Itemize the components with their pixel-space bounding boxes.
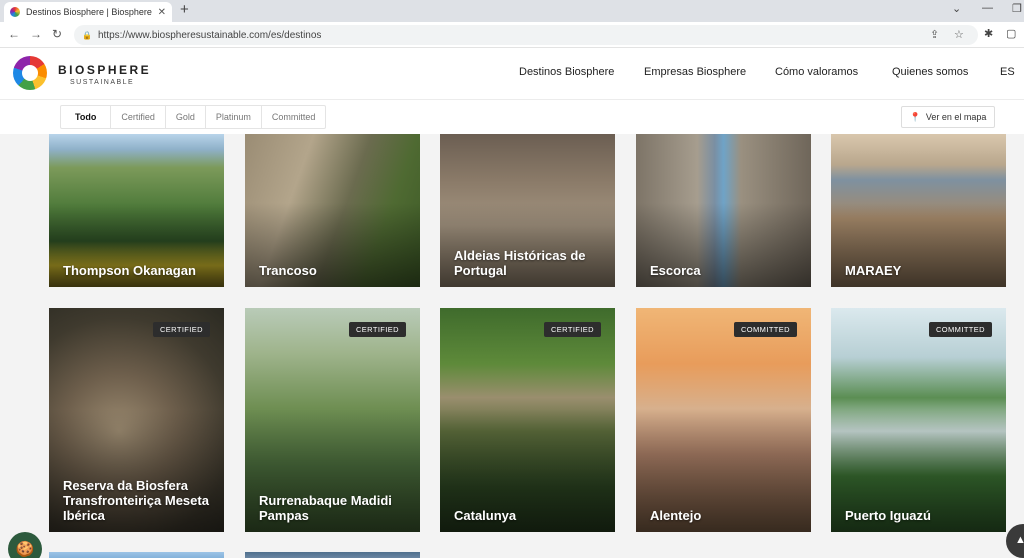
- destination-name: Catalunya: [454, 508, 517, 523]
- destination-name: Puerto Iguazú: [845, 508, 931, 523]
- destination-card[interactable]: COMMITTED Puerto Iguazú: [831, 308, 1006, 532]
- destination-name: Alentejo: [650, 508, 702, 523]
- filter-todo[interactable]: Todo: [61, 106, 112, 128]
- certification-badge: CERTIFIED: [543, 322, 601, 337]
- destination-card[interactable]: Aldeias Históricas de Portugal: [440, 134, 615, 287]
- language-selector[interactable]: ES: [1000, 66, 1015, 78]
- destination-card[interactable]: CERTIFIED Rurrenabaque Madidi Pampas: [245, 308, 420, 532]
- destination-card[interactable]: MARAEY: [831, 134, 1006, 287]
- filter-platinum[interactable]: Platinum: [206, 106, 262, 128]
- filter-bar: Todo Certified Gold Platinum Committed 📍…: [0, 100, 1024, 134]
- destination-name: Reserva da Biosfera Transfronteiriça Mes…: [63, 478, 209, 523]
- tab-title: Destinos Biosphere | Biosphere S: [26, 7, 154, 17]
- cookie-icon: 🍪: [15, 541, 35, 558]
- destination-card-partial[interactable]: [245, 552, 420, 558]
- destination-name: Trancoso: [259, 263, 317, 278]
- logo-name[interactable]: BIOSPHERE: [58, 63, 151, 77]
- destination-card[interactable]: Thompson Okanagan: [49, 134, 224, 287]
- destination-card[interactable]: Escorca: [636, 134, 811, 287]
- filter-gold[interactable]: Gold: [166, 106, 206, 128]
- logo-subtitle: SUSTAINABLE: [70, 79, 135, 86]
- site-favicon-icon: [10, 7, 20, 17]
- share-icon[interactable]: ⇪: [930, 28, 939, 41]
- destination-name: Aldeias Históricas de Portugal: [454, 248, 586, 278]
- destination-name: MARAEY: [845, 263, 902, 278]
- minimize-window-button[interactable]: —: [982, 2, 993, 14]
- new-tab-button[interactable]: +: [180, 1, 189, 18]
- lock-icon[interactable]: 🔒: [82, 31, 92, 40]
- browser-tab-strip: Destinos Biosphere | Biosphere S ✕ + ⌄ —…: [0, 0, 1024, 22]
- nav-empresas-biosphere[interactable]: Empresas Biosphere: [644, 66, 746, 78]
- view-map-label: Ver en el mapa: [925, 112, 987, 122]
- close-tab-icon[interactable]: ✕: [158, 7, 166, 18]
- extensions-puzzle-icon[interactable]: ✱: [984, 27, 993, 40]
- forward-arrow-icon[interactable]: →: [30, 27, 42, 41]
- browser-tab[interactable]: Destinos Biosphere | Biosphere S ✕: [4, 2, 172, 22]
- filter-certified[interactable]: Certified: [111, 106, 166, 128]
- certification-badge: COMMITTED: [928, 322, 992, 337]
- destination-card-partial[interactable]: [49, 552, 224, 558]
- address-bar[interactable]: 🔒 https://www.biospheresustainable.com/e…: [74, 25, 978, 45]
- cookie-settings-button[interactable]: 🍪: [8, 532, 42, 558]
- map-pin-icon: 📍: [909, 111, 921, 122]
- certification-badge: CERTIFIED: [348, 322, 406, 337]
- destination-card[interactable]: CERTIFIED Reserva da Biosfera Transfront…: [49, 308, 224, 532]
- back-arrow-icon[interactable]: ←: [8, 27, 20, 41]
- arrow-up-icon: ▲: [1015, 534, 1024, 546]
- destination-card[interactable]: Trancoso: [245, 134, 420, 287]
- destination-name: Rurrenabaque Madidi Pampas: [259, 493, 392, 523]
- nav-destinos-biosphere[interactable]: Destinos Biosphere: [519, 66, 614, 78]
- browser-toolbar: ← → ↻ 🔒 https://www.biospheresustainable…: [0, 22, 1024, 48]
- certification-filter-group: Todo Certified Gold Platinum Committed: [60, 105, 327, 129]
- reload-icon[interactable]: ↻: [52, 27, 62, 41]
- side-panel-icon[interactable]: ▢: [1006, 27, 1016, 40]
- url-text: https://www.biospheresustainable.com/es/…: [97, 29, 322, 41]
- certification-badge: COMMITTED: [733, 322, 797, 337]
- destination-name: Escorca: [650, 263, 701, 278]
- bookmark-star-icon[interactable]: ☆: [954, 28, 964, 41]
- scroll-to-top-button[interactable]: ▲: [1006, 524, 1024, 558]
- destination-name: Thompson Okanagan: [63, 263, 196, 278]
- tab-search-chevron-icon[interactable]: ⌄: [952, 2, 961, 15]
- certification-badge: CERTIFIED: [152, 322, 210, 337]
- restore-window-button[interactable]: ❐: [1012, 2, 1022, 15]
- nav-quienes-somos[interactable]: Quienes somos: [892, 66, 968, 78]
- biosphere-logo-icon[interactable]: [13, 56, 47, 90]
- destination-card[interactable]: COMMITTED Alentejo: [636, 308, 811, 532]
- view-map-button[interactable]: 📍 Ver en el mapa: [901, 106, 995, 128]
- filter-committed[interactable]: Committed: [262, 106, 326, 128]
- site-header: BIOSPHERE SUSTAINABLE Destinos Biosphere…: [0, 48, 1024, 100]
- destination-card[interactable]: CERTIFIED Catalunya: [440, 308, 615, 532]
- nav-como-valoramos[interactable]: Cómo valoramos: [775, 66, 858, 78]
